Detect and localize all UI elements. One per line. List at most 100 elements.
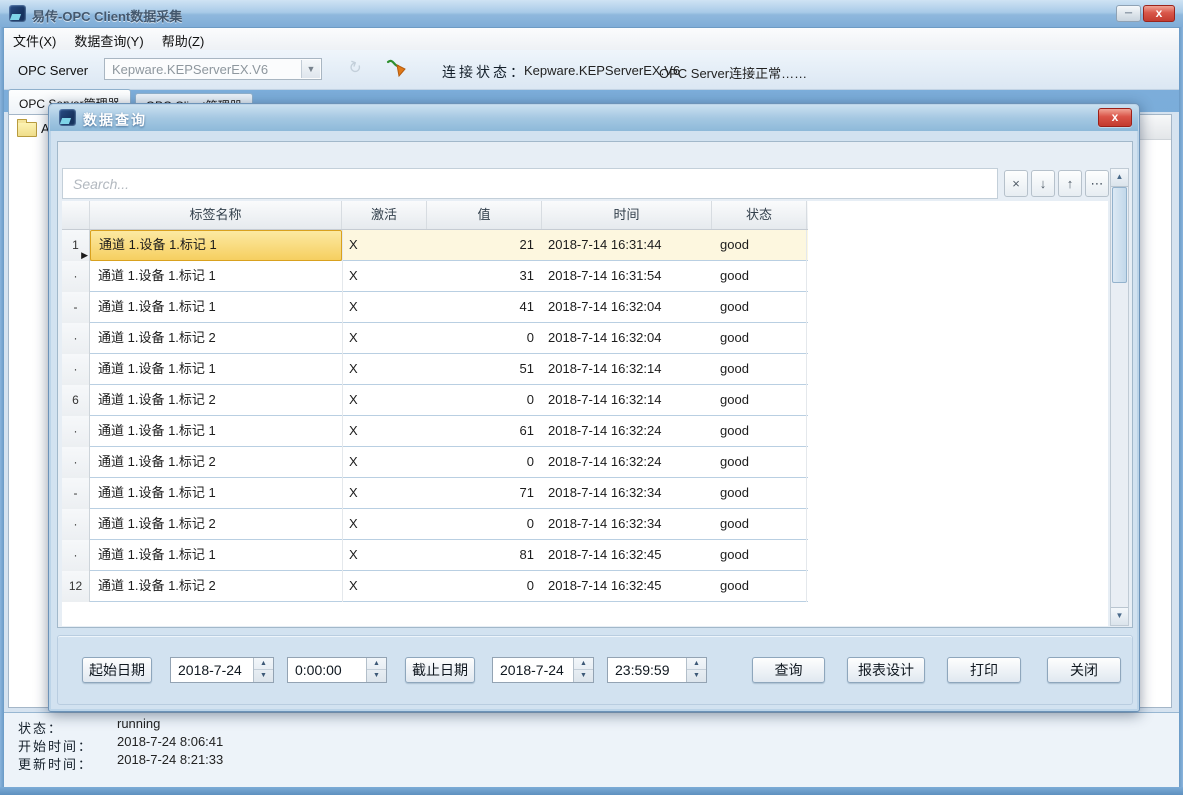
cell-time[interactable]: 2018-7-14 16:32:45 [542,540,712,571]
dialog-close-button[interactable]: x [1098,108,1132,127]
start-date-spinner[interactable]: ▲▼ [253,658,273,682]
search-next-button[interactable]: ↓ [1031,170,1055,197]
cell-status[interactable]: good [712,323,807,354]
query-button[interactable]: 查询 [752,657,825,683]
cell-value[interactable]: 0 [427,323,542,354]
spin-down-icon[interactable]: ▼ [687,670,706,682]
cell-status[interactable]: good [712,416,807,447]
cell-active[interactable]: X [342,261,427,292]
cell-status[interactable]: good [712,354,807,385]
cell-tag[interactable]: 通道 1.设备 1.标记 1 [90,416,342,447]
table-row[interactable]: 1▶通道 1.设备 1.标记 1X212018-7-14 16:31:44goo… [62,230,808,261]
cell-tag[interactable]: 通道 1.设备 1.标记 1 [90,230,342,261]
search-prev-button[interactable]: ↑ [1058,170,1082,197]
table-row[interactable]: -通道 1.设备 1.标记 1X712018-7-14 16:32:34good [62,478,808,509]
cell-active[interactable]: X [342,323,427,354]
cell-active[interactable]: X [342,292,427,323]
end-date-button[interactable]: 截止日期 [405,657,475,683]
connect-icon[interactable] [386,57,408,79]
table-row[interactable]: 6通道 1.设备 1.标记 2X02018-7-14 16:32:14good [62,385,808,416]
cell-status[interactable]: good [712,447,807,478]
table-row[interactable]: ·通道 1.设备 1.标记 1X512018-7-14 16:32:14good [62,354,808,385]
spin-down-icon[interactable]: ▼ [367,670,386,682]
cell-time[interactable]: 2018-7-14 16:32:24 [542,447,712,478]
cell-active[interactable]: X [342,540,427,571]
cell-tag[interactable]: 通道 1.设备 1.标记 2 [90,385,342,416]
table-row[interactable]: ·通道 1.设备 1.标记 2X02018-7-14 16:32:24good [62,447,808,478]
cell-status[interactable]: good [712,540,807,571]
dialog-titlebar[interactable]: 数据查询 [50,105,1138,131]
end-time-field[interactable]: 23:59:59 ▲▼ [607,657,707,683]
close-dialog-button[interactable]: 关闭 [1047,657,1121,683]
end-date-spinner[interactable]: ▲▼ [573,658,593,682]
cell-value[interactable]: 71 [427,478,542,509]
scroll-down-button[interactable]: ▼ [1111,607,1128,625]
cell-active[interactable]: X [342,416,427,447]
cell-value[interactable]: 51 [427,354,542,385]
start-time-spinner[interactable]: ▲▼ [366,658,386,682]
cell-value[interactable]: 0 [427,571,542,602]
spin-up-icon[interactable]: ▲ [687,658,706,670]
cell-value[interactable]: 61 [427,416,542,447]
spin-down-icon[interactable]: ▼ [254,670,273,682]
column-header-3[interactable]: 值 [427,201,542,229]
spin-down-icon[interactable]: ▼ [574,670,593,682]
cell-tag[interactable]: 通道 1.设备 1.标记 2 [90,447,342,478]
cell-value[interactable]: 0 [427,385,542,416]
column-header-4[interactable]: 时间 [542,201,712,229]
search-input[interactable]: Search... [62,168,998,199]
cell-value[interactable]: 0 [427,447,542,478]
cell-time[interactable]: 2018-7-14 16:32:45 [542,571,712,602]
vertical-scrollbar[interactable]: ▲ ▼ [1110,168,1129,626]
cell-active[interactable]: X [342,509,427,540]
cell-active[interactable]: X [342,447,427,478]
cell-time[interactable]: 2018-7-14 16:32:34 [542,478,712,509]
cell-active[interactable]: X [342,571,427,602]
end-time-spinner[interactable]: ▲▼ [686,658,706,682]
spin-up-icon[interactable]: ▲ [574,658,593,670]
cell-time[interactable]: 2018-7-14 16:32:34 [542,509,712,540]
cell-active[interactable]: X [342,478,427,509]
cell-tag[interactable]: 通道 1.设备 1.标记 1 [90,354,342,385]
table-row[interactable]: ·通道 1.设备 1.标记 2X02018-7-14 16:32:34good [62,509,808,540]
cell-time[interactable]: 2018-7-14 16:31:54 [542,261,712,292]
cell-status[interactable]: good [712,509,807,540]
cell-tag[interactable]: 通道 1.设备 1.标记 1 [90,478,342,509]
table-row[interactable]: ·通道 1.设备 1.标记 2X02018-7-14 16:32:04good [62,323,808,354]
scroll-up-button[interactable]: ▲ [1111,169,1128,187]
column-header-2[interactable]: 激活 [342,201,427,229]
menu-item-0[interactable]: 文件(X) [4,28,65,50]
spin-up-icon[interactable]: ▲ [367,658,386,670]
spin-up-icon[interactable]: ▲ [254,658,273,670]
cell-value[interactable]: 81 [427,540,542,571]
column-header-rownum[interactable] [62,201,90,229]
cell-active[interactable]: X [342,385,427,416]
cell-time[interactable]: 2018-7-14 16:32:14 [542,354,712,385]
search-more-button[interactable]: ⋯ [1085,170,1109,197]
cell-value[interactable]: 41 [427,292,542,323]
minimize-button[interactable]: ─ [1116,5,1141,22]
cell-time[interactable]: 2018-7-14 16:31:44 [542,230,712,261]
table-row[interactable]: 12通道 1.设备 1.标记 2X02018-7-14 16:32:45good [62,571,808,602]
cell-time[interactable]: 2018-7-14 16:32:04 [542,292,712,323]
cell-time[interactable]: 2018-7-14 16:32:04 [542,323,712,354]
start-date-button[interactable]: 起始日期 [82,657,152,683]
cell-tag[interactable]: 通道 1.设备 1.标记 2 [90,509,342,540]
column-header-5[interactable]: 状态 [712,201,807,229]
scrollbar-thumb[interactable] [1112,187,1127,283]
cell-tag[interactable]: 通道 1.设备 1.标记 1 [90,540,342,571]
cell-status[interactable]: good [712,230,807,261]
table-row[interactable]: -通道 1.设备 1.标记 1X412018-7-14 16:32:04good [62,292,808,323]
cell-status[interactable]: good [712,261,807,292]
table-row[interactable]: ·通道 1.设备 1.标记 1X812018-7-14 16:32:45good [62,540,808,571]
main-titlebar[interactable]: 易传-OPC Client数据采集 ─ x [0,0,1183,28]
end-date-field[interactable]: 2018-7-24 ▲▼ [492,657,594,683]
report-design-button[interactable]: 报表设计 [847,657,925,683]
start-date-field[interactable]: 2018-7-24 ▲▼ [170,657,274,683]
menu-item-2[interactable]: 帮助(Z) [153,28,214,50]
table-row[interactable]: ·通道 1.设备 1.标记 1X612018-7-14 16:32:24good [62,416,808,447]
close-button[interactable]: x [1143,5,1175,22]
chevron-down-icon[interactable]: ▼ [301,60,320,78]
cell-tag[interactable]: 通道 1.设备 1.标记 2 [90,571,342,602]
cell-active[interactable]: X [342,354,427,385]
